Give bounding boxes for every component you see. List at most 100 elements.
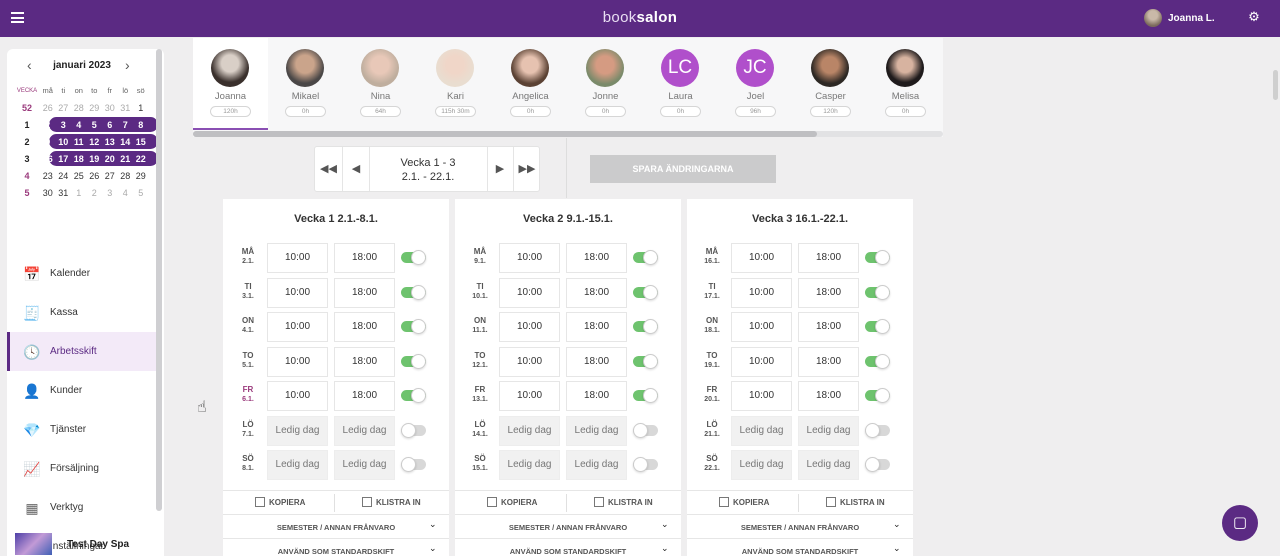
shift-start-input[interactable]: Ledig dag: [267, 415, 328, 446]
shift-end-input[interactable]: 18:00: [566, 381, 627, 411]
staff-member-melisa[interactable]: Melisa 0h: [868, 38, 943, 130]
settings-gear-icon[interactable]: ⚙: [1247, 10, 1261, 24]
staff-member-laura[interactable]: LC Laura 0h: [643, 38, 718, 130]
staff-member-joel[interactable]: JC Joel 96h: [718, 38, 793, 130]
calendar-day[interactable]: 27: [102, 171, 118, 181]
calendar-day[interactable]: 20: [102, 154, 118, 164]
default-shift-accordion[interactable]: ANVÄND SOM STANDARDSKIFT ⌄: [687, 538, 913, 556]
sidebar-item-calendar[interactable]: 📅 Kalender: [7, 254, 157, 293]
calendar-day[interactable]: 5: [87, 120, 103, 130]
workday-toggle[interactable]: [401, 250, 426, 265]
shift-start-input[interactable]: 10:00: [499, 243, 560, 273]
calendar-day[interactable]: 22: [133, 154, 149, 164]
sidebar-item-tools[interactable]: ▦ Verktyg: [7, 488, 157, 527]
workday-toggle[interactable]: [633, 457, 658, 472]
calendar-day[interactable]: 2: [87, 188, 103, 198]
calendar-day[interactable]: 17: [56, 154, 72, 164]
next-week-icon[interactable]: ▶: [487, 147, 513, 191]
shift-start-input[interactable]: 10:00: [267, 381, 328, 411]
workday-toggle[interactable]: [633, 284, 658, 300]
workday-toggle[interactable]: [401, 353, 426, 369]
week-number[interactable]: 3: [14, 154, 40, 164]
calendar-day[interactable]: 28: [118, 171, 134, 181]
workday-toggle[interactable]: [865, 457, 890, 472]
chevron-right-icon[interactable]: ›: [125, 57, 130, 73]
workday-toggle[interactable]: [865, 319, 890, 334]
shift-end-input[interactable]: 18:00: [798, 312, 859, 342]
workday-toggle[interactable]: [865, 284, 890, 300]
last-week-icon[interactable]: ▶▶: [514, 147, 540, 191]
shift-start-input[interactable]: Ledig dag: [499, 450, 560, 480]
workday-toggle[interactable]: [401, 284, 426, 300]
shift-start-input[interactable]: 10:00: [731, 312, 792, 342]
vacation-accordion[interactable]: SEMESTER / ANNAN FRÅNVARO ⌄: [455, 514, 681, 538]
copy-button[interactable]: KOPIERA: [255, 497, 305, 507]
chat-support-icon[interactable]: ▢: [1222, 505, 1258, 541]
save-changes-button[interactable]: SPARA ÄNDRINGARNA: [590, 155, 776, 183]
shift-end-input[interactable]: Ledig dag: [798, 450, 859, 480]
calendar-day[interactable]: 1: [133, 103, 149, 113]
shift-start-input[interactable]: 10:00: [267, 346, 328, 377]
calendar-day[interactable]: 9: [40, 137, 56, 147]
shift-start-input[interactable]: 10:00: [731, 381, 792, 411]
staff-member-nina[interactable]: Nina 64h: [343, 38, 418, 130]
shift-start-input[interactable]: 10:00: [499, 381, 560, 411]
staff-member-angelica[interactable]: Angelica 0h: [493, 38, 568, 130]
calendar-day[interactable]: 15: [133, 137, 149, 147]
shift-start-input[interactable]: 10:00: [499, 346, 560, 377]
sidebar-item-customers[interactable]: 👤 Kunder: [7, 371, 157, 410]
calendar-day[interactable]: 26: [87, 171, 103, 181]
shift-start-input[interactable]: 10:00: [731, 243, 792, 273]
shift-end-input[interactable]: 18:00: [566, 346, 627, 377]
workday-toggle[interactable]: [401, 422, 426, 438]
calendar-day[interactable]: 12: [87, 137, 103, 147]
calendar-day[interactable]: 26: [40, 103, 56, 113]
workday-toggle[interactable]: [401, 457, 426, 472]
staff-member-jonne[interactable]: Jonne 0h: [568, 38, 643, 130]
copy-button[interactable]: KOPIERA: [719, 497, 769, 507]
workday-toggle[interactable]: [633, 353, 658, 369]
previous-week-icon[interactable]: ◀: [343, 147, 369, 191]
calendar-day[interactable]: 7: [118, 120, 134, 130]
calendar-day[interactable]: 3: [56, 120, 72, 130]
week-number[interactable]: 2: [14, 137, 40, 147]
shift-end-input[interactable]: 18:00: [334, 381, 395, 411]
shift-end-input[interactable]: 18:00: [334, 346, 395, 377]
sidebar-item-services[interactable]: 💎 Tjänster: [7, 410, 157, 449]
calendar-day[interactable]: 24: [56, 171, 72, 181]
workday-toggle[interactable]: [865, 353, 890, 369]
shift-start-input[interactable]: 10:00: [267, 277, 328, 308]
shift-end-input[interactable]: 18:00: [334, 312, 395, 342]
calendar-day[interactable]: 29: [87, 103, 103, 113]
sidebar-item-register[interactable]: 🧾 Kassa: [7, 293, 157, 332]
paste-button[interactable]: KLISTRA IN: [594, 497, 653, 507]
calendar-day[interactable]: 13: [102, 137, 118, 147]
calendar-day[interactable]: 28: [71, 103, 87, 113]
calendar-day[interactable]: 11: [71, 137, 87, 147]
calendar-day[interactable]: 21: [118, 154, 134, 164]
shift-start-input[interactable]: Ledig dag: [267, 450, 328, 480]
shift-start-input[interactable]: 10:00: [499, 277, 560, 308]
workday-toggle[interactable]: [633, 250, 658, 265]
calendar-day[interactable]: 6: [102, 120, 118, 130]
calendar-day[interactable]: 3: [102, 188, 118, 198]
paste-button[interactable]: KLISTRA IN: [362, 497, 421, 507]
calendar-day[interactable]: 14: [118, 137, 134, 147]
calendar-day[interactable]: 30: [102, 103, 118, 113]
calendar-day[interactable]: 10: [56, 137, 72, 147]
user-menu[interactable]: Joanna L.: [1144, 9, 1215, 27]
workday-toggle[interactable]: [865, 250, 890, 265]
calendar-day[interactable]: 2: [40, 120, 56, 130]
calendar-day[interactable]: 23: [40, 171, 56, 181]
sidebar-scrollbar[interactable]: [156, 49, 162, 511]
calendar-day[interactable]: 30: [40, 188, 56, 198]
shift-end-input[interactable]: Ledig dag: [334, 415, 395, 446]
staff-scrollbar[interactable]: [193, 131, 943, 137]
sidebar-item-shifts[interactable]: 🕓 Arbetsskift: [7, 332, 157, 371]
shift-end-input[interactable]: 18:00: [798, 381, 859, 411]
calendar-day[interactable]: 31: [118, 103, 134, 113]
shift-end-input[interactable]: 18:00: [566, 312, 627, 342]
copy-button[interactable]: KOPIERA: [487, 497, 537, 507]
shift-start-input[interactable]: Ledig dag: [731, 415, 792, 446]
workday-toggle[interactable]: [633, 422, 658, 438]
